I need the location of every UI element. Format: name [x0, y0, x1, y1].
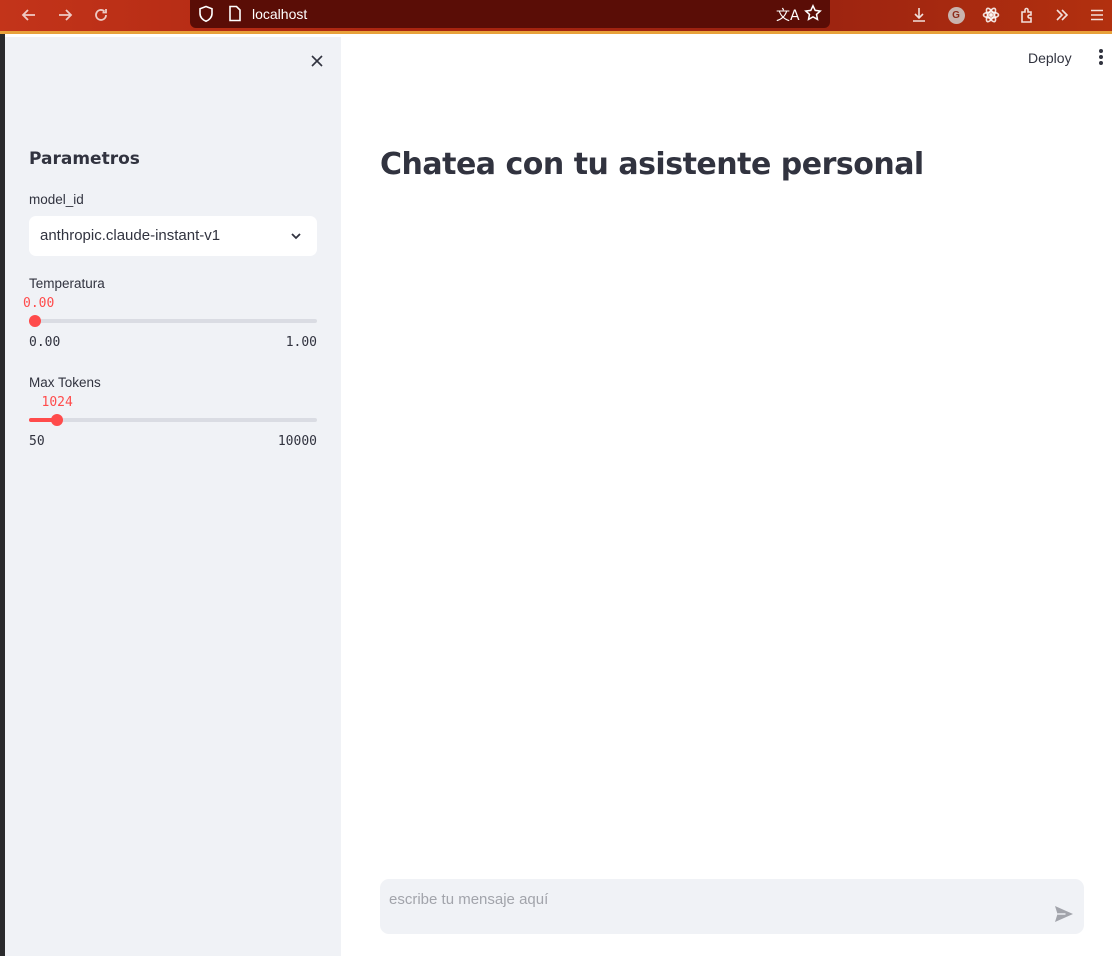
- page-icon: [229, 5, 241, 22]
- max-tokens-min: 50: [29, 434, 45, 449]
- max-tokens-slider-thumb[interactable]: [51, 414, 64, 426]
- shield-icon[interactable]: [198, 5, 214, 23]
- max-tokens-label: Max Tokens: [29, 375, 101, 390]
- back-arrow-icon[interactable]: [16, 4, 42, 26]
- sidebar: Parametros model_id anthropic.claude-ins…: [5, 37, 341, 956]
- download-icon[interactable]: [908, 4, 930, 26]
- overflow-chevrons-icon[interactable]: [1051, 4, 1073, 26]
- address-bar[interactable]: localhost 文A: [190, 0, 830, 28]
- url-text[interactable]: localhost: [252, 6, 307, 22]
- deploy-button[interactable]: Deploy: [1024, 48, 1076, 68]
- close-icon: [311, 55, 323, 67]
- temperature-min: 0.00: [29, 335, 61, 350]
- page-title: Chatea con tu asistente personal: [380, 147, 924, 182]
- browser-toolbar: localhost 文A G: [0, 0, 1112, 34]
- chat-input[interactable]: [380, 879, 1030, 919]
- forward-arrow-icon[interactable]: [52, 4, 78, 26]
- model-id-select[interactable]: anthropic.claude-instant-v1: [29, 216, 317, 256]
- chat-input-container: [380, 879, 1084, 934]
- temperature-slider-thumb[interactable]: [29, 315, 41, 327]
- temperature-max: 1.00: [285, 335, 317, 350]
- max-tokens-max: 10000: [277, 434, 317, 449]
- reload-icon[interactable]: [88, 4, 114, 26]
- bookmark-star-icon[interactable]: [804, 4, 822, 22]
- temperature-label: Temperatura: [29, 276, 105, 291]
- react-devtools-icon[interactable]: [980, 4, 1002, 26]
- temperature-current-value: 0.00: [23, 296, 55, 311]
- temperature-slider-track[interactable]: [29, 319, 317, 323]
- extensions-icon[interactable]: [1016, 4, 1038, 26]
- sidebar-title: Parametros: [29, 149, 140, 169]
- main-menu-icon[interactable]: [1094, 48, 1108, 68]
- max-tokens-slider-track[interactable]: [29, 418, 317, 422]
- model-id-selected-value: anthropic.claude-instant-v1: [40, 227, 221, 244]
- translate-icon[interactable]: 文A: [776, 5, 800, 25]
- profile-initial: G: [947, 6, 965, 24]
- close-sidebar-button[interactable]: [307, 51, 327, 71]
- profile-avatar[interactable]: G: [945, 4, 967, 26]
- send-icon[interactable]: [1054, 905, 1074, 923]
- model-id-label: model_id: [29, 192, 84, 207]
- toolbar-accent-line: [0, 31, 1112, 34]
- chevron-down-icon: [291, 233, 301, 240]
- max-tokens-current-value: 1024: [41, 395, 73, 410]
- hamburger-menu-icon[interactable]: [1086, 4, 1108, 26]
